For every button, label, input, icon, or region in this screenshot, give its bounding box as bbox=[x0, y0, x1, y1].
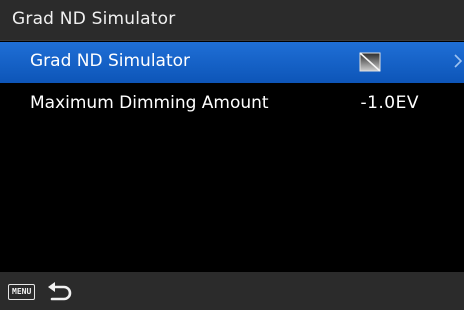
screen-title: Grad ND Simulator bbox=[12, 9, 176, 29]
menu-item-label: Grad ND Simulator bbox=[30, 51, 191, 71]
chevron-right-icon bbox=[454, 54, 462, 68]
menu-item-grad-nd-simulator[interactable]: Grad ND Simulator bbox=[0, 42, 464, 83]
screen-header: Grad ND Simulator bbox=[0, 0, 464, 41]
grad-nd-off-icon bbox=[359, 52, 381, 72]
screen-footer: MENU bbox=[0, 272, 464, 310]
menu-item-value: -1.0EV bbox=[360, 93, 419, 113]
menu-button-badge[interactable]: MENU bbox=[8, 284, 36, 300]
menu-item-label: Maximum Dimming Amount bbox=[30, 93, 269, 113]
menu-item-maximum-dimming-amount[interactable]: Maximum Dimming Amount -1.0EV bbox=[0, 84, 464, 125]
return-arrow-icon[interactable] bbox=[47, 280, 73, 302]
